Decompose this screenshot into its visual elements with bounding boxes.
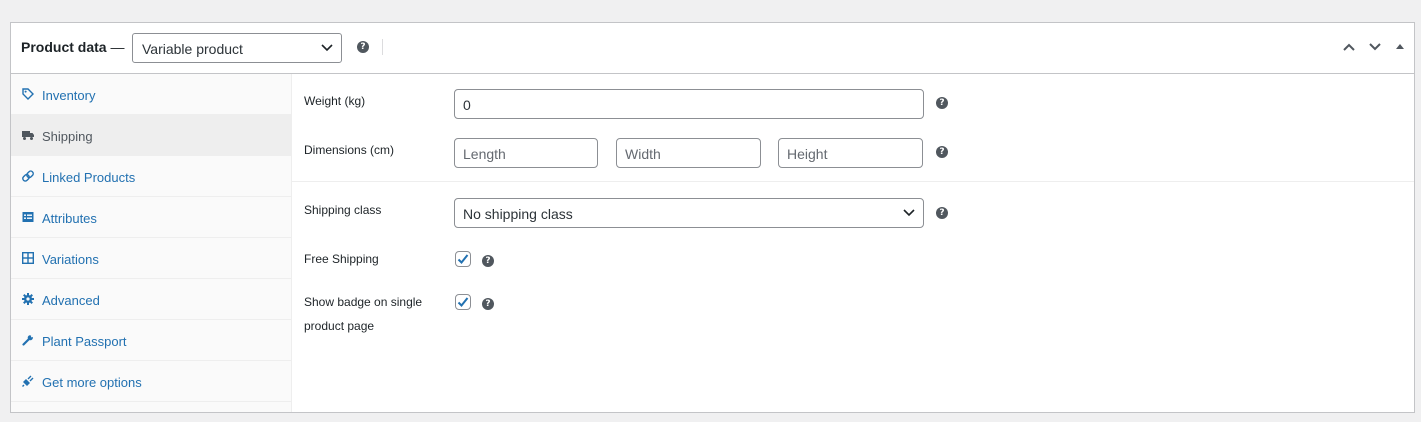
move-up-icon[interactable]: [1342, 41, 1356, 53]
panel-title: Product data —: [21, 39, 124, 55]
product-type-help-icon[interactable]: ?: [357, 41, 369, 53]
tab-label: Plant Passport: [42, 334, 127, 349]
grid-icon: [22, 252, 34, 264]
weight-value: 0: [463, 97, 471, 113]
weight-help-icon[interactable]: ?: [936, 97, 948, 109]
tab-inventory[interactable]: Inventory: [11, 74, 291, 115]
tab-shipping[interactable]: Shipping: [11, 115, 291, 156]
move-down-icon[interactable]: [1368, 41, 1382, 53]
tab-plant-passport[interactable]: Plant Passport: [11, 320, 291, 361]
tab-label: Attributes: [42, 211, 97, 226]
chevron-down-icon: [321, 44, 333, 52]
wrench-icon: [22, 334, 34, 346]
tab-label: Advanced: [42, 293, 100, 308]
show-badge-label: Show badge on single product page: [304, 290, 422, 338]
show-badge-help-icon[interactable]: ?: [482, 298, 494, 310]
length-placeholder: Length: [463, 146, 506, 162]
tab-label: Get more options: [42, 375, 142, 390]
show-badge-label-line1: Show badge on single: [304, 295, 423, 309]
section-divider: [292, 181, 1414, 182]
tab-variations[interactable]: Variations: [11, 238, 291, 279]
tab-linked-products[interactable]: Linked Products: [11, 156, 291, 197]
height-placeholder: Height: [787, 146, 828, 162]
collapse-toggle-icon[interactable]: [1395, 41, 1405, 53]
tab-advanced[interactable]: Advanced: [11, 279, 291, 320]
gear-icon: [22, 293, 34, 305]
weight-label: Weight (kg): [304, 94, 366, 108]
width-placeholder: Width: [625, 146, 661, 162]
plugin-icon: [22, 375, 34, 387]
product-type-value: Variable product: [142, 41, 243, 57]
checkmark-icon: [457, 297, 469, 307]
tag-icon: [22, 88, 34, 100]
shipping-class-value: No shipping class: [463, 206, 573, 222]
length-input[interactable]: Length: [454, 138, 598, 168]
shipping-class-help-icon[interactable]: ?: [936, 207, 948, 219]
truck-icon: [22, 131, 34, 140]
product-data-tabs: Inventory Shipping Linked Products Attri…: [11, 74, 292, 412]
chevron-down-icon: [903, 209, 915, 217]
panel-header: Product data — Variable product ?: [11, 23, 1414, 74]
list-icon: [22, 212, 34, 222]
dimensions-help-icon[interactable]: ?: [936, 146, 948, 158]
tab-label: Inventory: [42, 88, 96, 103]
panel-title-text: Product data: [21, 39, 107, 55]
show-badge-label-line2: product page: [304, 319, 375, 333]
shipping-panel: Weight (kg) 0 ? Dimensions (cm) Length W…: [292, 74, 1414, 412]
show-badge-checkbox[interactable]: [455, 294, 471, 310]
product-data-panel: Product data — Variable product ? Invent…: [10, 22, 1415, 413]
dimensions-label: Dimensions (cm): [304, 143, 395, 157]
shipping-class-select[interactable]: No shipping class: [454, 198, 924, 228]
link-icon: [22, 170, 34, 182]
height-input[interactable]: Height: [778, 138, 923, 168]
width-input[interactable]: Width: [616, 138, 761, 168]
free-shipping-help-icon[interactable]: ?: [482, 255, 494, 267]
tab-label: Variations: [42, 252, 99, 267]
tab-get-more-options[interactable]: Get more options: [11, 361, 291, 402]
tab-label: Shipping: [42, 129, 93, 144]
weight-input[interactable]: 0: [454, 89, 924, 119]
free-shipping-checkbox[interactable]: [455, 251, 471, 267]
tab-label: Linked Products: [42, 170, 136, 185]
product-type-select[interactable]: Variable product: [132, 33, 342, 63]
tab-attributes[interactable]: Attributes: [11, 197, 291, 238]
title-dash: —: [110, 39, 125, 55]
shipping-class-label: Shipping class: [304, 203, 382, 217]
free-shipping-label: Free Shipping: [304, 252, 379, 266]
header-separator: [382, 39, 383, 55]
checkmark-icon: [457, 254, 469, 264]
